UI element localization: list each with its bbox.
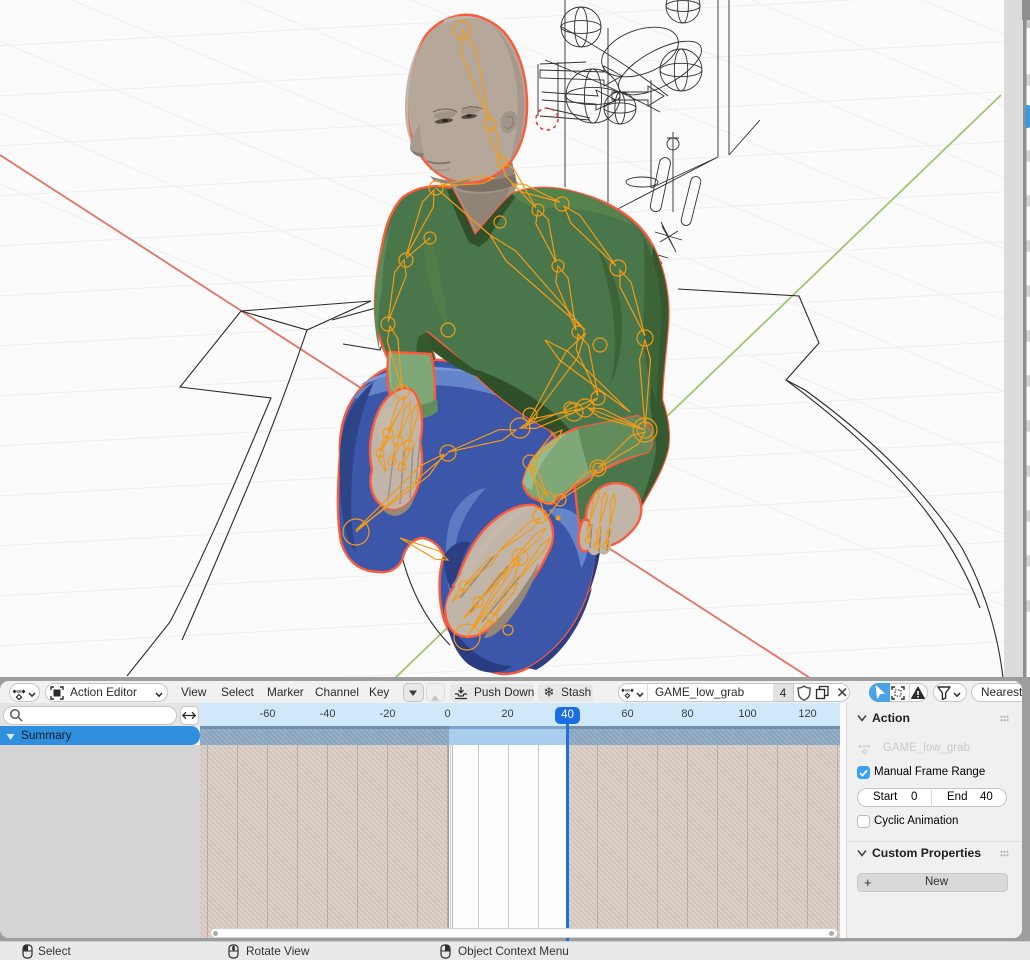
svg-text:❄: ❄ (544, 685, 555, 700)
